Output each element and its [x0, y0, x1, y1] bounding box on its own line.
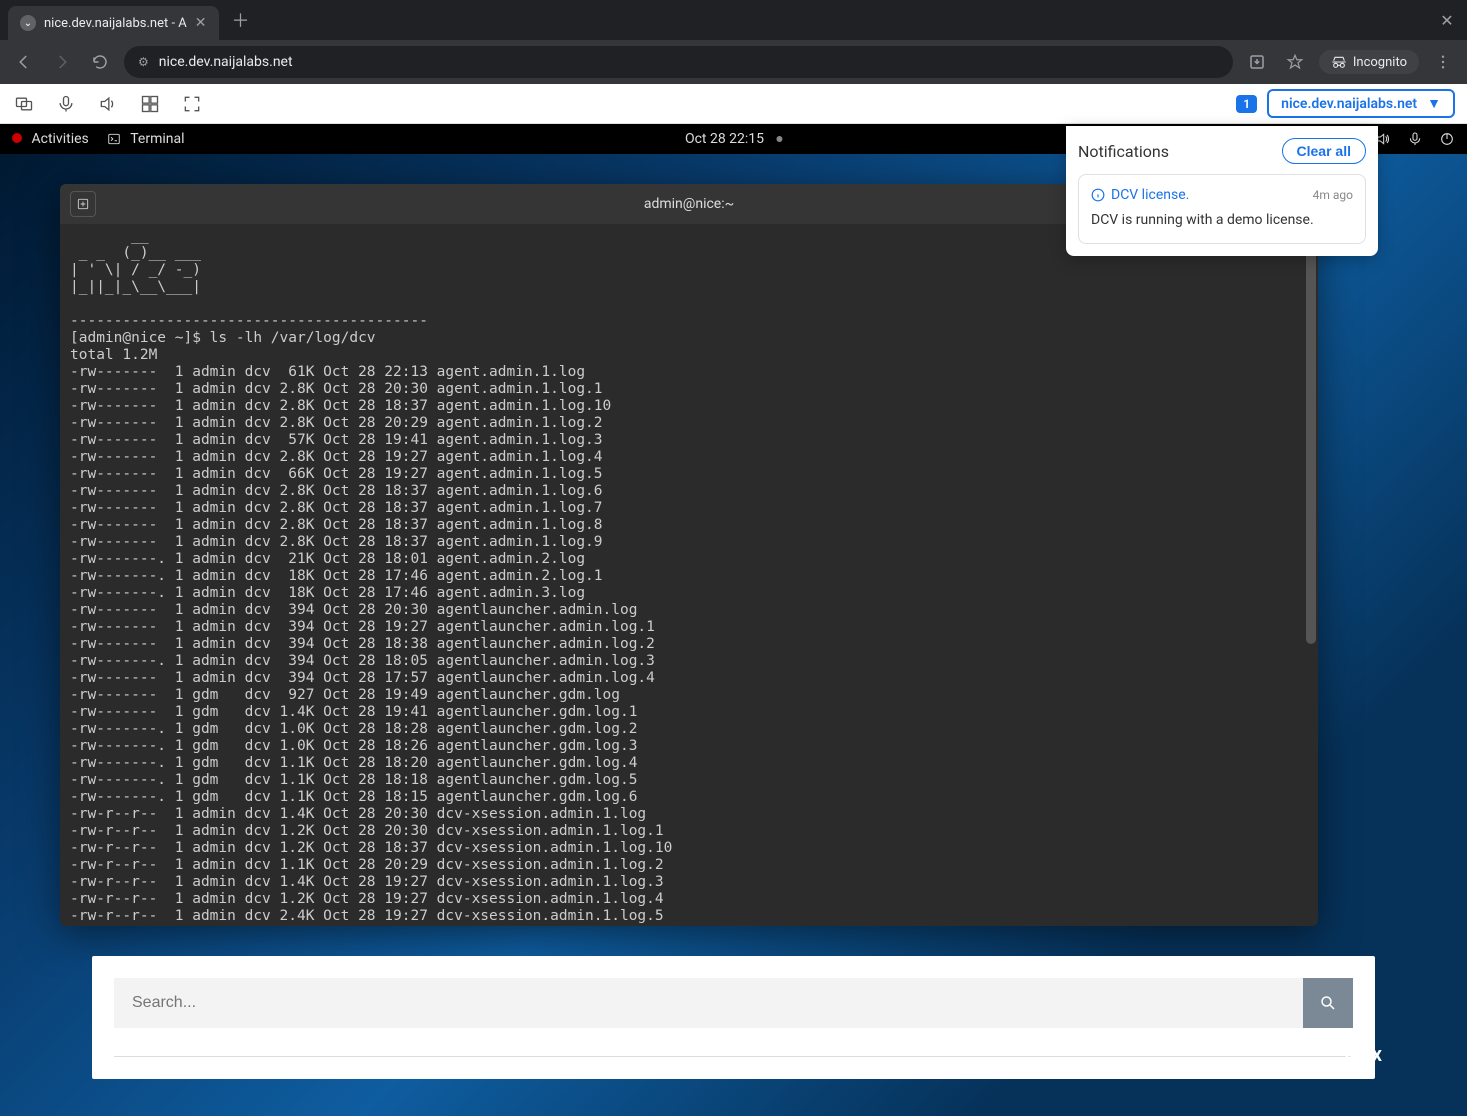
browser-tab[interactable]: ⌄ nice.dev.naijalabs.net - A ✕ — [8, 6, 219, 40]
remote-desktop[interactable]: Activities Terminal Oct 28 22:15 admin@n… — [0, 124, 1467, 1116]
terminal-window[interactable]: admin@nice:~ __ _ _ (_)__ ___ | ' \| / _… — [60, 184, 1318, 926]
tab-title: nice.dev.naijalabs.net - A — [44, 16, 187, 31]
back-icon[interactable] — [10, 48, 38, 76]
terminal-new-tab-icon[interactable] — [70, 191, 96, 217]
new-tab-button[interactable]: ＋ — [227, 6, 255, 34]
clear-all-button[interactable]: Clear all — [1282, 138, 1366, 164]
forward-icon[interactable] — [48, 48, 76, 76]
chevron-down-icon: ▼ — [1427, 95, 1441, 112]
browser-menu-icon[interactable] — [1429, 48, 1457, 76]
speaker-icon[interactable] — [96, 92, 120, 116]
notification-time: 4m ago — [1313, 188, 1353, 202]
mic-icon[interactable] — [1407, 131, 1423, 147]
reload-icon[interactable] — [86, 48, 114, 76]
search-icon — [1319, 994, 1337, 1012]
notification-dot-icon — [776, 136, 782, 142]
incognito-badge[interactable]: Incognito — [1319, 50, 1419, 74]
multi-monitor-icon[interactable] — [12, 92, 36, 116]
divider — [114, 1056, 1353, 1057]
address-bar[interactable]: ⚙ nice.dev.naijalabs.net — [124, 46, 1233, 78]
microphone-icon[interactable] — [54, 92, 78, 116]
window-close-icon[interactable]: ✕ — [1435, 8, 1459, 32]
terminal-app-button[interactable]: Terminal — [107, 131, 185, 147]
terminal-body[interactable]: __ _ _ (_)__ ___ | ' \| / _/ -_) |_||_|_… — [60, 224, 1318, 926]
dcv-toolbar: 1 nice.dev.naijalabs.net ▼ — [0, 84, 1467, 124]
terminal-icon — [107, 132, 121, 146]
browser-tabbar: ⌄ nice.dev.naijalabs.net - A ✕ ＋ ✕ — [0, 0, 1467, 40]
host-selector[interactable]: nice.dev.naijalabs.net ▼ — [1267, 89, 1455, 118]
search-input[interactable] — [114, 978, 1303, 1028]
terminal-title: admin@nice:~ — [644, 196, 734, 212]
browser-toolbar: ⚙ nice.dev.naijalabs.net Incognito — [0, 40, 1467, 84]
windows-icon[interactable] — [138, 92, 162, 116]
fullscreen-icon[interactable] — [180, 92, 204, 116]
bookmark-icon[interactable] — [1281, 48, 1309, 76]
footer-text: inux — [1344, 1042, 1382, 1066]
notification-count-badge[interactable]: 1 — [1236, 95, 1257, 113]
terminal-scrollbar[interactable] — [1306, 224, 1316, 644]
incognito-label: Incognito — [1353, 55, 1407, 70]
notification-card[interactable]: DCV license. 4m ago DCV is running with … — [1078, 174, 1366, 244]
tab-favicon-icon: ⌄ — [20, 15, 36, 31]
incognito-icon — [1331, 54, 1347, 70]
info-icon — [1091, 188, 1105, 202]
tab-close-icon[interactable]: ✕ — [195, 15, 207, 31]
host-selector-label: nice.dev.naijalabs.net — [1281, 96, 1417, 112]
notification-link[interactable]: DCV license. — [1091, 187, 1189, 203]
notifications-title: Notifications — [1078, 142, 1169, 161]
page-search-area — [92, 956, 1375, 1079]
power-icon[interactable] — [1439, 131, 1455, 147]
address-text: nice.dev.naijalabs.net — [159, 54, 293, 70]
install-icon[interactable] — [1243, 48, 1271, 76]
notifications-panel: Notifications Clear all DCV license. 4m … — [1066, 126, 1378, 256]
notification-body: DCV is running with a demo license. — [1091, 211, 1353, 231]
redhat-icon — [12, 133, 22, 143]
activities-button[interactable]: Activities — [12, 131, 89, 147]
gnome-clock[interactable]: Oct 28 22:15 — [685, 131, 782, 147]
search-button[interactable] — [1303, 978, 1353, 1028]
site-info-icon[interactable]: ⚙ — [138, 55, 149, 69]
